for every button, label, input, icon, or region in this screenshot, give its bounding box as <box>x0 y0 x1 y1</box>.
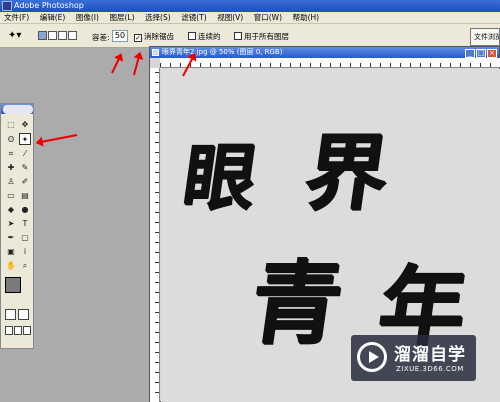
horizontal-ruler <box>160 58 500 68</box>
calligraphy-glyph: 青 <box>244 251 350 357</box>
app-title-bar: Adobe Photoshop <box>0 0 500 12</box>
move-tool-icon[interactable]: ✥ <box>19 119 31 131</box>
screen-mode-full-menu-icon[interactable] <box>14 326 22 335</box>
selection-mode-buttons <box>38 31 78 42</box>
tolerance-label: 容差: <box>92 33 110 42</box>
vertical-ruler <box>150 68 160 402</box>
eyedropper-tool-icon[interactable]: ⅰ <box>19 246 31 258</box>
shape-tool-icon[interactable]: ▢ <box>19 232 31 244</box>
app-title: Adobe Photoshop <box>14 1 84 10</box>
all-layers-label: 用于所有图层 <box>244 32 289 41</box>
document-icon <box>152 49 159 56</box>
gradient-tool-icon[interactable]: ▤ <box>19 190 31 202</box>
options-bar: ✦▾ 容差: 50 ✓ 消除锯齿 连续的 用于所有图层 <box>0 24 500 48</box>
menu-layer[interactable]: 图层(L) <box>105 12 138 24</box>
new-selection-icon[interactable] <box>38 31 47 40</box>
intersect-selection-icon[interactable] <box>68 31 77 40</box>
tool-grid: ⬚ ✥ ʘ ✦ ⌗ ⁄ ✚ ✎ ♙ ✐ ▭ ▤ ◆ ● ➤ T ✒ ▢ ▣ ⅰ ✋ ⌕ <box>4 118 32 273</box>
contiguous-checkbox[interactable]: 连续的 <box>188 31 221 42</box>
toolbox: ⬚ ✥ ʘ ✦ ⌗ ⁄ ✚ ✎ ♙ ✐ ▭ ▤ ◆ ● ➤ T ✒ ▢ ▣ ⅰ ✋ ⌕ <box>0 103 34 349</box>
menu-bar: 文件(F) 编辑(E) 图像(I) 图层(L) 选择(S) 滤镜(T) 视图(V… <box>0 12 500 24</box>
file-browser-button[interactable]: 文件浏览 <box>470 28 500 46</box>
play-logo-icon <box>357 342 387 372</box>
color-swatches <box>5 277 31 301</box>
menu-edit[interactable]: 编辑(E) <box>36 12 70 24</box>
type-tool-icon[interactable]: T <box>19 218 31 230</box>
antialias-check-mark: ✓ <box>134 34 142 42</box>
pen-tool-icon[interactable]: ✒ <box>5 232 17 244</box>
screen-mode-full-icon[interactable] <box>23 326 31 335</box>
brush-tool-icon[interactable]: ✎ <box>19 162 31 174</box>
standard-mode-icon[interactable] <box>5 309 16 320</box>
quick-mask-icon[interactable] <box>18 309 29 320</box>
marquee-tool-icon[interactable]: ⬚ <box>5 119 17 131</box>
crop-tool-icon[interactable]: ⌗ <box>5 148 17 160</box>
maximize-icon[interactable]: □ <box>476 49 486 58</box>
antialias-checkbox[interactable]: ✓ 消除锯齿 <box>134 31 174 42</box>
site-watermark: 溜溜自学 ZIXUE.3D66.COM <box>351 335 476 381</box>
history-brush-icon[interactable]: ✐ <box>19 176 31 188</box>
lasso-tool-icon[interactable]: ʘ <box>5 134 17 146</box>
foreground-color-swatch[interactable] <box>5 277 21 293</box>
clone-stamp-icon[interactable]: ♙ <box>5 176 17 188</box>
antialias-label: 消除锯齿 <box>144 32 174 41</box>
watermark-url: ZIXUE.3D66.COM <box>396 365 464 373</box>
screen-mode-standard-icon[interactable] <box>5 326 13 335</box>
menu-filter[interactable]: 滤镜(T) <box>177 12 210 24</box>
blur-tool-icon[interactable]: ◆ <box>5 204 17 216</box>
menu-help[interactable]: 帮助(H) <box>289 12 324 24</box>
document-title-bar[interactable]: 眼界青年2.jpg @ 50% (图层 0, RGB) _ □ × <box>150 47 499 58</box>
menu-window[interactable]: 窗口(W) <box>250 12 286 24</box>
eraser-tool-icon[interactable]: ▭ <box>5 190 17 202</box>
document-title: 眼界青年2.jpg @ 50% (图层 0, RGB) <box>162 48 283 56</box>
tolerance-input[interactable]: 50 <box>112 30 128 42</box>
add-selection-icon[interactable] <box>48 31 57 40</box>
annotation-arrow <box>37 134 78 144</box>
magic-wand-preset-icon[interactable]: ✦▾ <box>8 30 30 42</box>
photoshop-logo-icon <box>2 1 12 11</box>
slice-tool-icon[interactable]: ⁄ <box>19 148 31 160</box>
hand-tool-icon[interactable]: ✋ <box>5 260 17 272</box>
healing-brush-icon[interactable]: ✚ <box>5 162 17 174</box>
menu-image[interactable]: 图像(I) <box>72 12 103 24</box>
watermark-title: 溜溜自学 <box>394 345 466 365</box>
dodge-tool-icon[interactable]: ● <box>19 204 31 216</box>
subtract-selection-icon[interactable] <box>58 31 67 40</box>
contiguous-label: 连续的 <box>198 32 221 41</box>
close-icon[interactable]: × <box>487 49 497 58</box>
annotation-arrow <box>133 53 141 76</box>
screen-mode-buttons <box>5 326 32 337</box>
annotation-arrow <box>111 54 122 74</box>
calligraphy-glyph: 眼 <box>178 135 263 220</box>
path-select-icon[interactable]: ➤ <box>5 218 17 230</box>
photoshop-eye-icon <box>3 105 33 114</box>
quick-mask-buttons <box>5 309 31 322</box>
all-layers-checkbox[interactable]: 用于所有图层 <box>234 31 289 42</box>
minimize-icon[interactable]: _ <box>465 49 475 58</box>
menu-view[interactable]: 视图(V) <box>213 12 247 24</box>
zoom-tool-icon[interactable]: ⌕ <box>19 260 31 272</box>
magic-wand-tool-icon[interactable]: ✦ <box>19 133 31 145</box>
notes-tool-icon[interactable]: ▣ <box>5 246 17 258</box>
menu-select[interactable]: 选择(S) <box>141 12 175 24</box>
calligraphy-glyph: 界 <box>299 126 395 222</box>
menu-file[interactable]: 文件(F) <box>0 12 33 24</box>
